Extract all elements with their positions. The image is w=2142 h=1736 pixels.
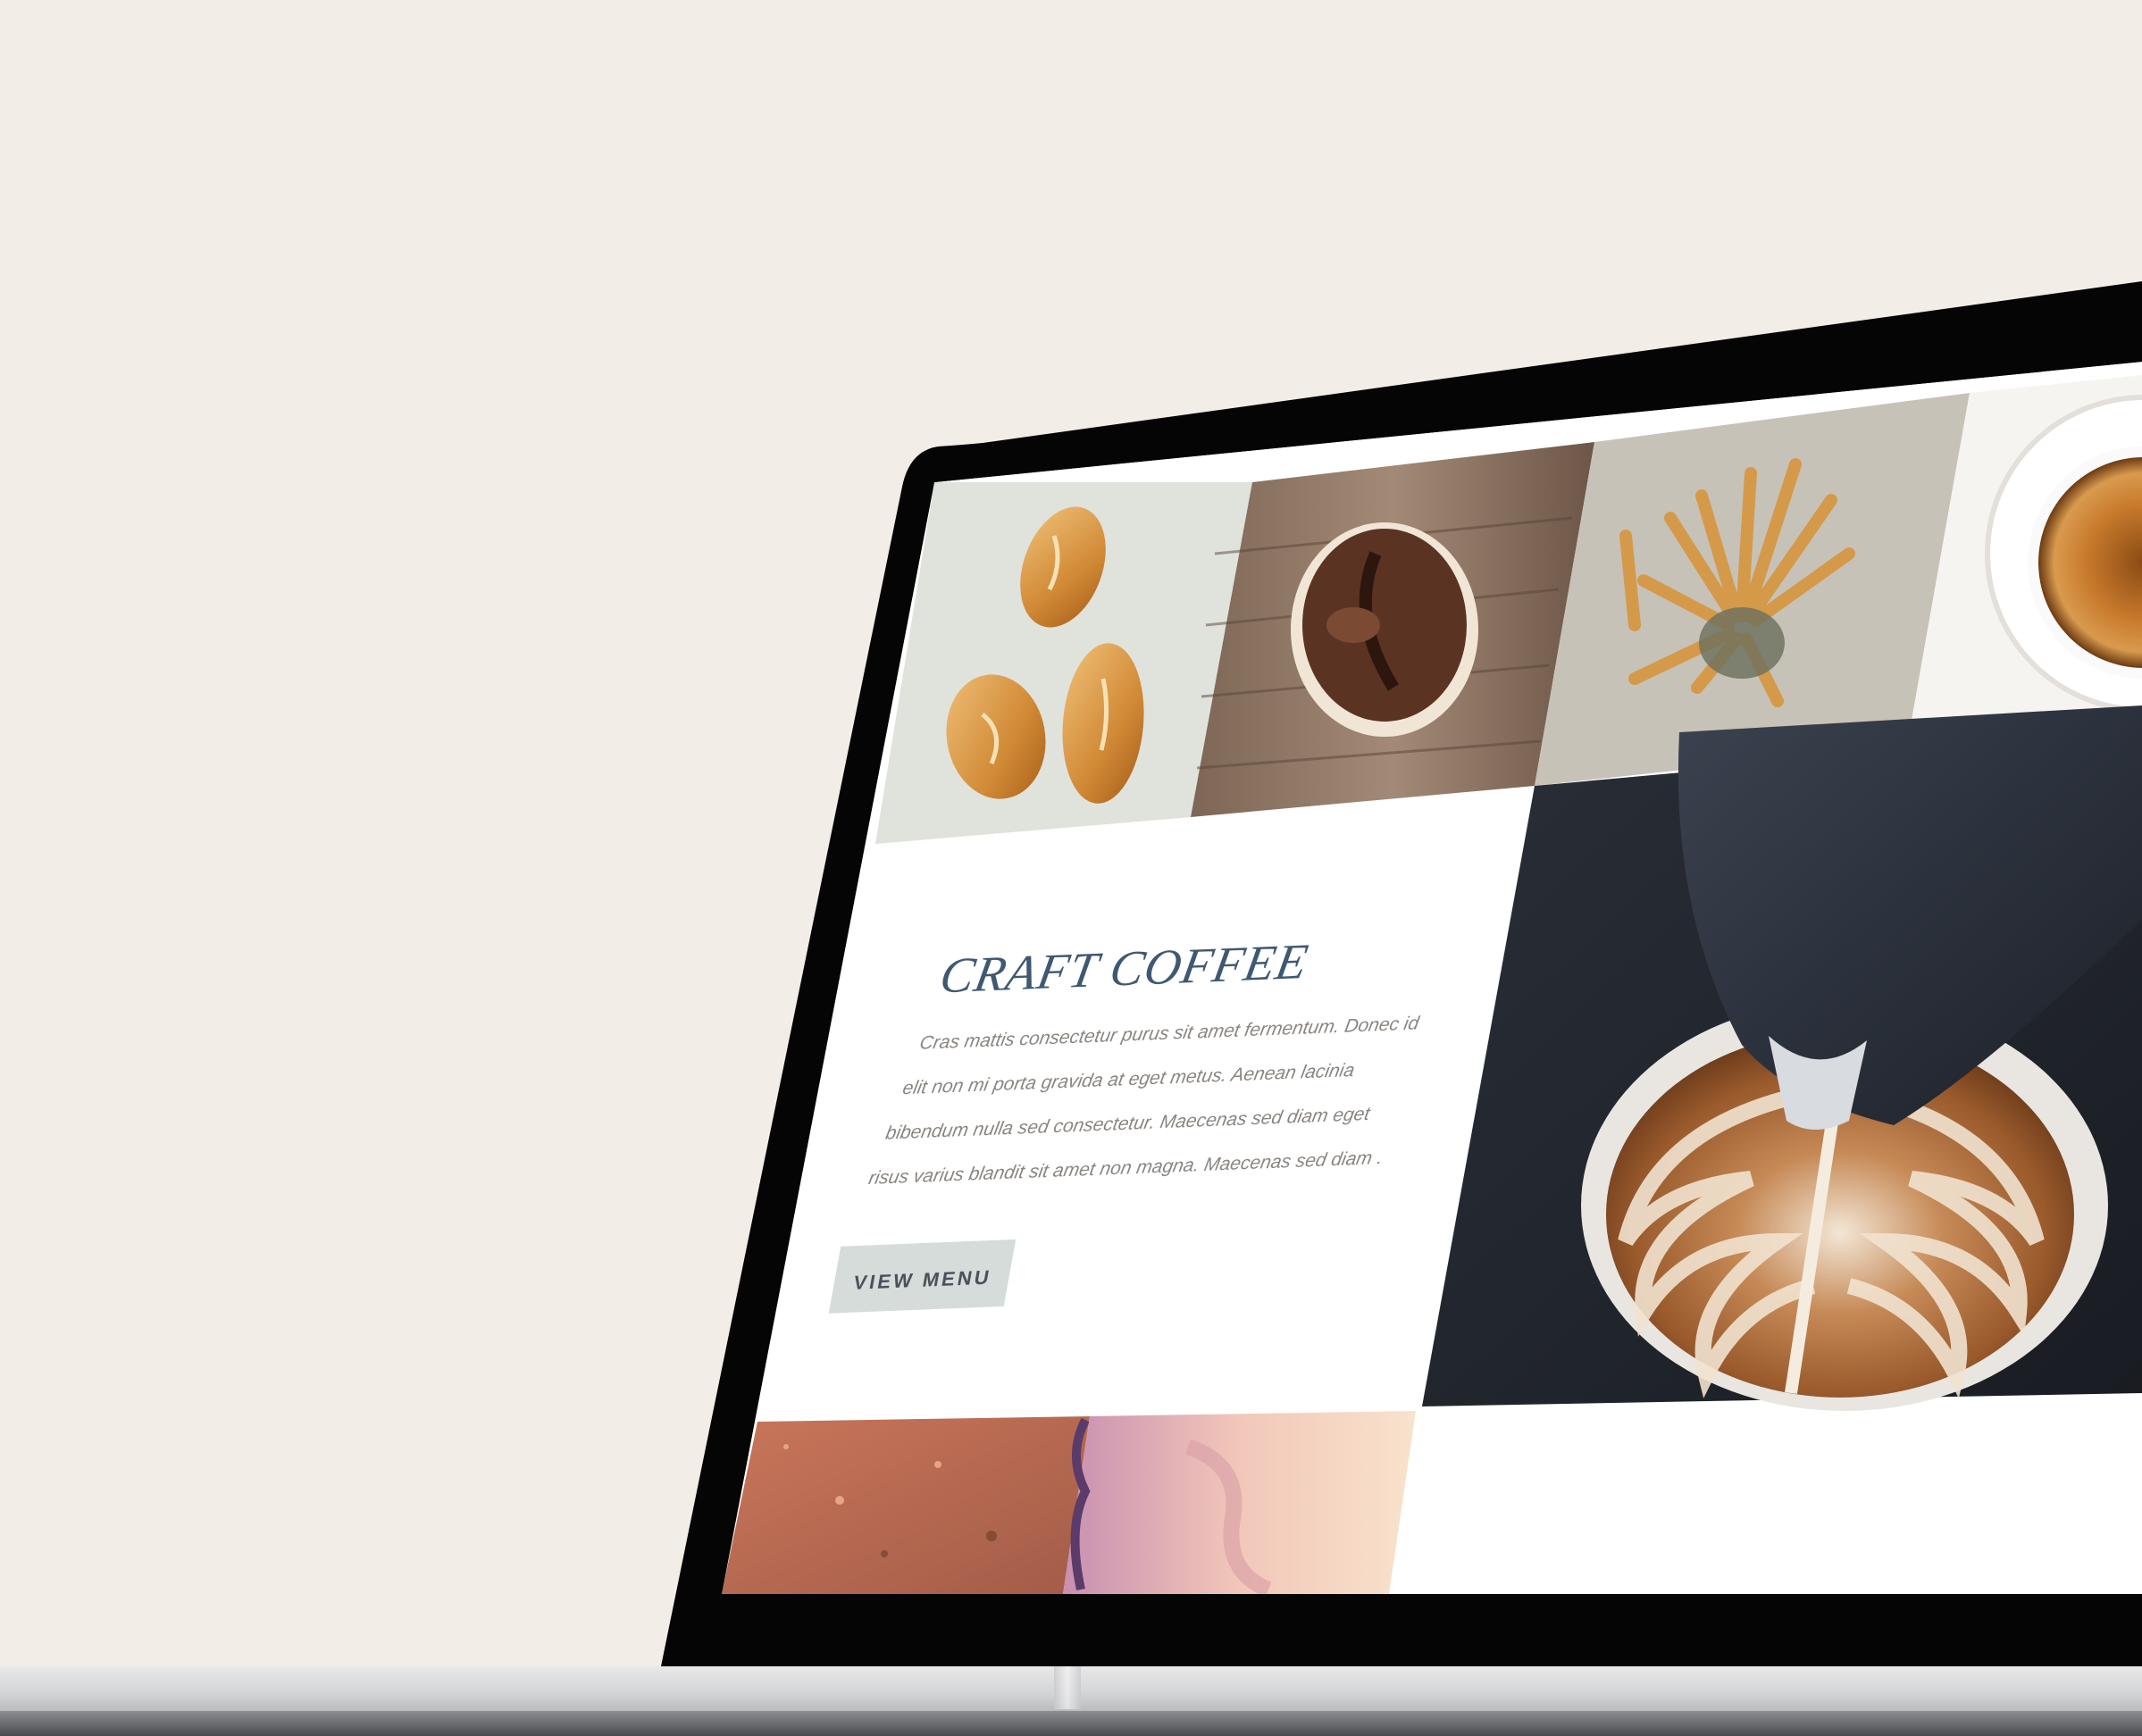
muffin-photo	[1191, 442, 1594, 817]
laptop-base-edge	[0, 1711, 2142, 1736]
bread-loaf-photo	[722, 1416, 1090, 1594]
latte-art-photo	[1422, 705, 2142, 1411]
mockup-scene: CRAFT COFFEE Cras mattis consectetur pur…	[0, 0, 2142, 1736]
pastry-photo	[1063, 1411, 1416, 1594]
laptop-hinge	[1054, 1666, 1081, 1709]
view-menu-button[interactable]: VIEW MENU	[828, 1239, 1017, 1314]
laptop-screen: CRAFT COFFEE Cras mattis consectetur pur…	[661, 281, 2142, 1666]
